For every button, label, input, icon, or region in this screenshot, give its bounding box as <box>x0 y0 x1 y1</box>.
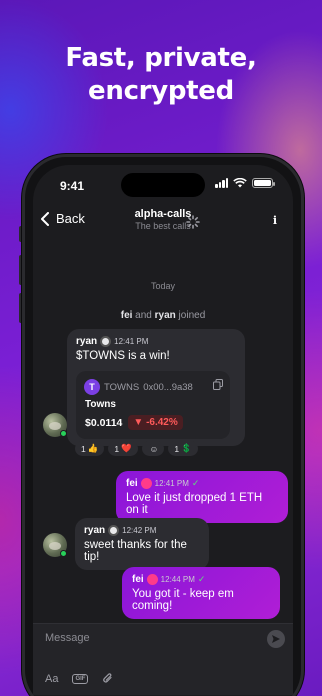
thumbs-up-icon: 👍 <box>87 443 99 453</box>
message-meta: fei 12:44 PM ✓ <box>132 574 270 585</box>
message-meta: fei 12:41 PM ✓ <box>126 478 278 489</box>
message-time: 12:44 PM <box>160 575 195 584</box>
phone-screen: 9:41 Back alpha-calls The best calls i T… <box>33 165 293 696</box>
token-logo-icon: T <box>84 379 100 395</box>
avatar-badge-icon <box>146 574 158 585</box>
join-and: and <box>132 310 155 321</box>
send-icon <box>272 635 280 643</box>
reaction-thumbs-up[interactable]: 1 👍 <box>75 441 105 456</box>
info-button[interactable]: i <box>273 214 277 227</box>
join-user-1[interactable]: fei <box>121 310 133 321</box>
arrow-down-icon: ▼ <box>133 417 144 428</box>
message-meta: ryan 12:41 PM <box>76 336 236 347</box>
message-input[interactable]: Message <box>45 632 90 644</box>
message-list: Today fei and ryan joined ryan 12:41 PM … <box>33 241 293 696</box>
token-symbol: TOWNS <box>104 381 140 393</box>
token-change-badge: ▼ -6.42% <box>128 415 183 430</box>
copy-icon[interactable] <box>213 379 223 390</box>
add-reaction-button[interactable]: ☺ <box>141 441 165 456</box>
gif-button[interactable]: GIF <box>72 673 89 684</box>
message-text: You got it - keep em coming! <box>132 588 234 612</box>
composer-toolbar: Aa GIF <box>45 672 114 685</box>
channel-subtitle: The best calls <box>135 221 191 231</box>
message-text: $TOWNS is a win! <box>76 350 170 362</box>
message-text: sweet thanks for the tip! <box>84 539 187 563</box>
status-icons <box>215 178 275 188</box>
headline-line-2: encrypted <box>88 76 234 106</box>
message-bubble[interactable]: ryan 12:42 PM sweet thanks for the tip! <box>75 518 209 570</box>
status-time: 9:41 <box>60 179 85 193</box>
loading-spinner-icon <box>186 215 200 229</box>
channel-header: Back alpha-calls The best calls i <box>33 205 293 241</box>
online-indicator <box>60 430 67 437</box>
join-user-2[interactable]: ryan <box>155 310 176 321</box>
join-suffix: joined <box>175 310 206 321</box>
token-address: 0x00...9a38 <box>143 381 193 393</box>
reaction-heart[interactable]: 1 ❤️ <box>108 441 138 456</box>
message-time: 12:42 PM <box>122 526 157 535</box>
signal-icon <box>215 178 228 188</box>
dollar-icon: 💲 <box>181 443 192 453</box>
token-name: Towns <box>85 399 116 410</box>
format-text-button[interactable]: Aa <box>45 673 58 685</box>
message-meta: ryan 12:42 PM <box>84 525 200 536</box>
attachment-icon[interactable] <box>102 672 114 685</box>
message-time: 12:41 PM <box>154 479 189 488</box>
online-indicator <box>60 550 67 557</box>
reactions-row: 1 👍 1 ❤️ ☺ 1 💲 <box>75 441 198 456</box>
token-price: $0.0114 <box>85 416 123 429</box>
battery-icon <box>252 178 275 188</box>
author-name[interactable]: ryan <box>76 336 97 347</box>
reaction-count: 1 <box>81 443 86 454</box>
message-composer: Message Aa GIF <box>33 623 293 695</box>
day-divider: Today <box>150 281 176 291</box>
author-name[interactable]: ryan <box>84 525 105 536</box>
heart-icon: ❤️ <box>121 443 132 453</box>
message-time: 12:41 PM <box>114 337 149 346</box>
reaction-dollar[interactable]: 1 💲 <box>168 441 198 456</box>
reaction-count: 1 <box>114 443 120 454</box>
reaction-count: 1 <box>174 443 180 454</box>
read-check-icon: ✓ <box>197 574 206 584</box>
join-notice: fei and ryan joined <box>33 310 293 321</box>
author-name[interactable]: fei <box>132 574 144 585</box>
avatar-badge-icon <box>140 478 152 489</box>
message-text: Love it just dropped 1 ETH on it <box>126 492 263 516</box>
channel-title-block[interactable]: alpha-calls The best calls <box>33 208 293 231</box>
add-reaction-icon: ☺ <box>149 443 159 454</box>
dynamic-island <box>121 173 205 197</box>
author-name[interactable]: fei <box>126 478 138 489</box>
verified-badge-icon <box>108 525 120 536</box>
message-bubble[interactable]: ryan 12:41 PM $TOWNS is a win! T TOWNS 0… <box>67 329 245 446</box>
wifi-icon <box>233 178 247 188</box>
token-card[interactable]: T TOWNS 0x00...9a38 Towns $0.0114 ▼ -6.4… <box>76 371 230 439</box>
message-bubble[interactable]: fei 12:44 PM ✓ You got it - keep em comi… <box>122 567 280 619</box>
phone-frame: 9:41 Back alpha-calls The best calls i T… <box>22 154 304 696</box>
token-change-value: -6.42% <box>146 417 178 428</box>
read-check-icon: ✓ <box>191 478 200 488</box>
headline: Fast, private, encrypted <box>0 42 322 108</box>
send-button[interactable] <box>267 630 285 648</box>
headline-line-1: Fast, private, <box>65 43 257 73</box>
channel-title: alpha-calls <box>134 208 192 220</box>
verified-badge-icon <box>100 336 112 347</box>
message-bubble[interactable]: fei 12:41 PM ✓ Love it just dropped 1 ET… <box>116 471 288 523</box>
